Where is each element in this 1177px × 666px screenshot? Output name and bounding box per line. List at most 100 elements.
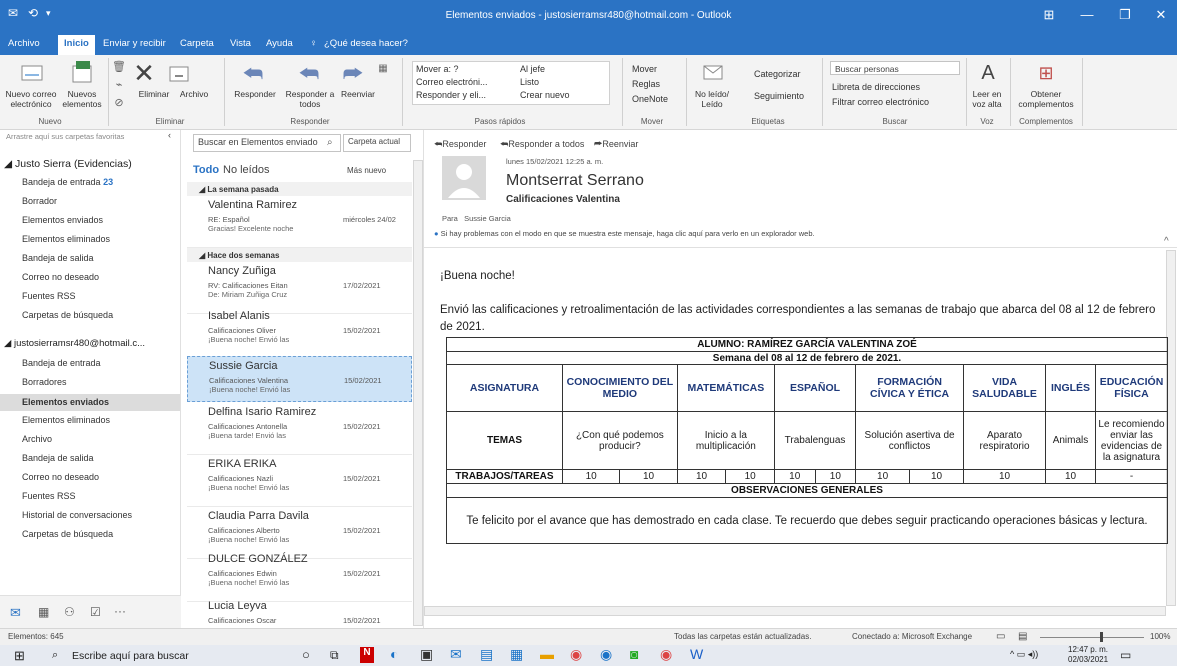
chrome-icon[interactable]: ◉ <box>570 646 582 663</box>
list-item[interactable]: Isabel Alanis Calificaciones Oliver 15/0… <box>187 307 412 359</box>
reply-all-icon[interactable]: ⮪ <box>296 61 322 87</box>
windows-start-icon[interactable]: ⊞ <box>14 648 25 664</box>
quick-step-move-to[interactable]: Mover a: ? <box>416 64 459 74</box>
folder-enviados-1[interactable]: Elementos enviados <box>22 215 103 225</box>
list-item[interactable]: Valentina Ramirez RE: Español miércoles … <box>187 196 412 248</box>
menu-inicio[interactable]: Inicio <box>58 35 95 55</box>
quick-step-boss[interactable]: Al jefe <box>520 64 545 74</box>
mail-app-icon[interactable]: ✉ <box>450 646 462 663</box>
address-book-button[interactable]: Libreta de direcciones <box>832 82 920 92</box>
folder-bandeja-entrada-1[interactable]: Bandeja de entrada 23 <box>22 177 113 187</box>
forward-button[interactable]: Reenviar <box>338 89 378 99</box>
folder-salida-1[interactable]: Bandeja de salida <box>22 253 94 263</box>
categorize-button[interactable]: Categorizar <box>754 69 801 79</box>
list-scrollbar[interactable] <box>413 160 423 626</box>
new-email-button[interactable]: Nuevo correo electrónico <box>4 89 58 109</box>
cortana-icon[interactable]: ○ <box>302 647 310 662</box>
onenote-button[interactable]: OneNote <box>632 94 668 104</box>
folder-salida-2[interactable]: Bandeja de salida <box>22 453 94 463</box>
sort-select[interactable]: Más nuevo <box>347 166 386 175</box>
reply-all-action[interactable]: ⮪Responder a todos <box>500 139 584 150</box>
meeting-icon[interactable]: ▦ <box>376 61 390 75</box>
folder-enviados-2[interactable]: Elementos enviados <box>0 394 180 411</box>
reading-hscrollbar[interactable] <box>424 606 1166 616</box>
folder-borrador-1[interactable]: Borrador <box>22 196 57 206</box>
reply-button[interactable]: Responder <box>230 89 280 99</box>
addins-icon[interactable]: ⊞ <box>1034 61 1058 85</box>
calendar-app-icon[interactable]: ▦ <box>510 646 523 663</box>
folder-historial-2[interactable]: Historial de conversaciones <box>22 510 132 520</box>
reply-action[interactable]: ⮪Responder <box>434 139 486 150</box>
ignore-icon[interactable]: 🗑 <box>112 59 126 73</box>
search-people-input[interactable]: Buscar personas <box>830 61 960 75</box>
folder-rss-2[interactable]: Fuentes RSS <box>22 491 76 501</box>
store-icon[interactable]: ▣ <box>420 646 433 663</box>
menu-ayuda[interactable]: Ayuda <box>266 38 293 49</box>
netflix-icon[interactable]: N <box>360 647 374 663</box>
cleanup-icon[interactable]: ⌁ <box>112 77 126 91</box>
account-hotmail[interactable]: ◢ justosierramsr480@hotmail.c... <box>4 338 145 349</box>
forward-icon[interactable]: ⮫ <box>340 61 366 87</box>
move-button[interactable]: Mover <box>632 64 657 74</box>
folder-borradores-2[interactable]: Borradores <box>22 377 67 387</box>
folder-archivo-2[interactable]: Archivo <box>22 434 52 444</box>
search-mail-input[interactable]: Buscar en Elementos enviado <box>193 134 341 152</box>
search-icon[interactable]: ⌕ <box>327 137 333 148</box>
app-red-icon[interactable]: ◉ <box>660 646 672 663</box>
account-justo-sierra[interactable]: ◢ Justo Sierra (Evidencias) <box>4 158 132 170</box>
zoom-slider[interactable] <box>1040 637 1144 638</box>
tab-no-leidos[interactable]: No leídos <box>223 164 269 176</box>
ribbon-display-icon[interactable]: ⊞ <box>1030 4 1068 26</box>
list-item[interactable]: ERIKA ERIKA Calificaciones Nazli 15/02/2… <box>187 455 412 507</box>
explorer-icon[interactable]: ▬ <box>540 646 554 662</box>
list-item[interactable]: Delfina Isario Ramirez Calificaciones An… <box>187 403 412 455</box>
menu-enviar-recibir[interactable]: Enviar y recibir <box>103 38 166 49</box>
folder-no-deseado-1[interactable]: Correo no deseado <box>22 272 99 282</box>
reply-all-button[interactable]: Responder a todos <box>280 89 340 109</box>
quick-step-email[interactable]: Correo electróni... <box>416 77 488 87</box>
read-aloud-icon[interactable]: A <box>976 61 1000 85</box>
people-icon[interactable]: ⚇ <box>64 605 75 619</box>
read-aloud-button[interactable]: Leer en voz alta <box>970 89 1004 109</box>
menu-archivo[interactable]: Archivo <box>8 38 40 49</box>
list-item[interactable]: DULCE GONZÁLEZ Calificaciones Edwin 15/0… <box>187 550 412 602</box>
new-items-icon[interactable] <box>70 59 94 85</box>
folder-busqueda-1[interactable]: Carpetas de búsqueda <box>22 310 113 320</box>
tab-todo[interactable]: Todo <box>193 164 219 176</box>
reading-view-icon[interactable]: ▤ <box>1018 631 1027 642</box>
new-email-icon[interactable] <box>20 61 44 85</box>
quick-step-create[interactable]: Crear nuevo <box>520 90 570 100</box>
chrome2-icon[interactable]: ◉ <box>600 646 612 663</box>
info-bar[interactable]: ● Si hay problemas con el modo en que se… <box>434 229 815 238</box>
task-view-icon[interactable]: ⧉ <box>330 648 339 663</box>
taskbar-search-input[interactable]: Escribe aquí para buscar <box>72 650 189 662</box>
list-item[interactable]: Lucia Leyva Calificaciones Oscar 15/02/2… <box>187 597 412 628</box>
word-icon[interactable]: W <box>690 646 703 662</box>
collapse-pane-icon[interactable]: ‹ <box>168 130 171 140</box>
rules-button[interactable]: Reglas <box>632 79 660 89</box>
forward-action[interactable]: ⮫Reenviar <box>594 139 638 150</box>
more-icon[interactable]: ··· <box>114 604 126 618</box>
unread-read-button[interactable]: No leído/ Leído <box>692 89 732 109</box>
mail-icon[interactable]: ✉ <box>10 605 21 621</box>
tell-me-input[interactable]: ¿Qué desea hacer? <box>324 38 408 49</box>
follow-up-button[interactable]: Seguimiento <box>754 91 804 101</box>
maximize-button[interactable]: ❐ <box>1106 4 1144 26</box>
menu-vista[interactable]: Vista <box>230 38 251 49</box>
archive-icon[interactable] <box>168 63 190 85</box>
minimize-button[interactable]: — <box>1068 4 1106 26</box>
quick-step-reply-delete[interactable]: Responder y eli... <box>416 90 486 100</box>
folder-bandeja-entrada-2[interactable]: Bandeja de entrada <box>22 358 101 368</box>
new-items-button[interactable]: Nuevos elementos <box>62 89 102 109</box>
delete-icon[interactable]: ✕ <box>130 58 158 88</box>
tasks-icon[interactable]: ☑ <box>90 605 101 619</box>
delete-button[interactable]: Eliminar <box>134 89 174 99</box>
sender-name[interactable]: Montserrat Serrano <box>506 172 644 190</box>
calendar-icon[interactable]: ▦ <box>38 605 49 619</box>
folder-no-deseado-2[interactable]: Correo no deseado <box>22 472 99 482</box>
filter-email-button[interactable]: Filtrar correo electrónico <box>832 97 929 107</box>
reply-icon[interactable]: ⮪ <box>240 61 266 87</box>
collapse-header-icon[interactable]: ^ <box>1164 236 1169 247</box>
notifications-icon[interactable]: ▭ <box>1120 648 1131 662</box>
close-button[interactable]: ✕ <box>1142 4 1177 26</box>
